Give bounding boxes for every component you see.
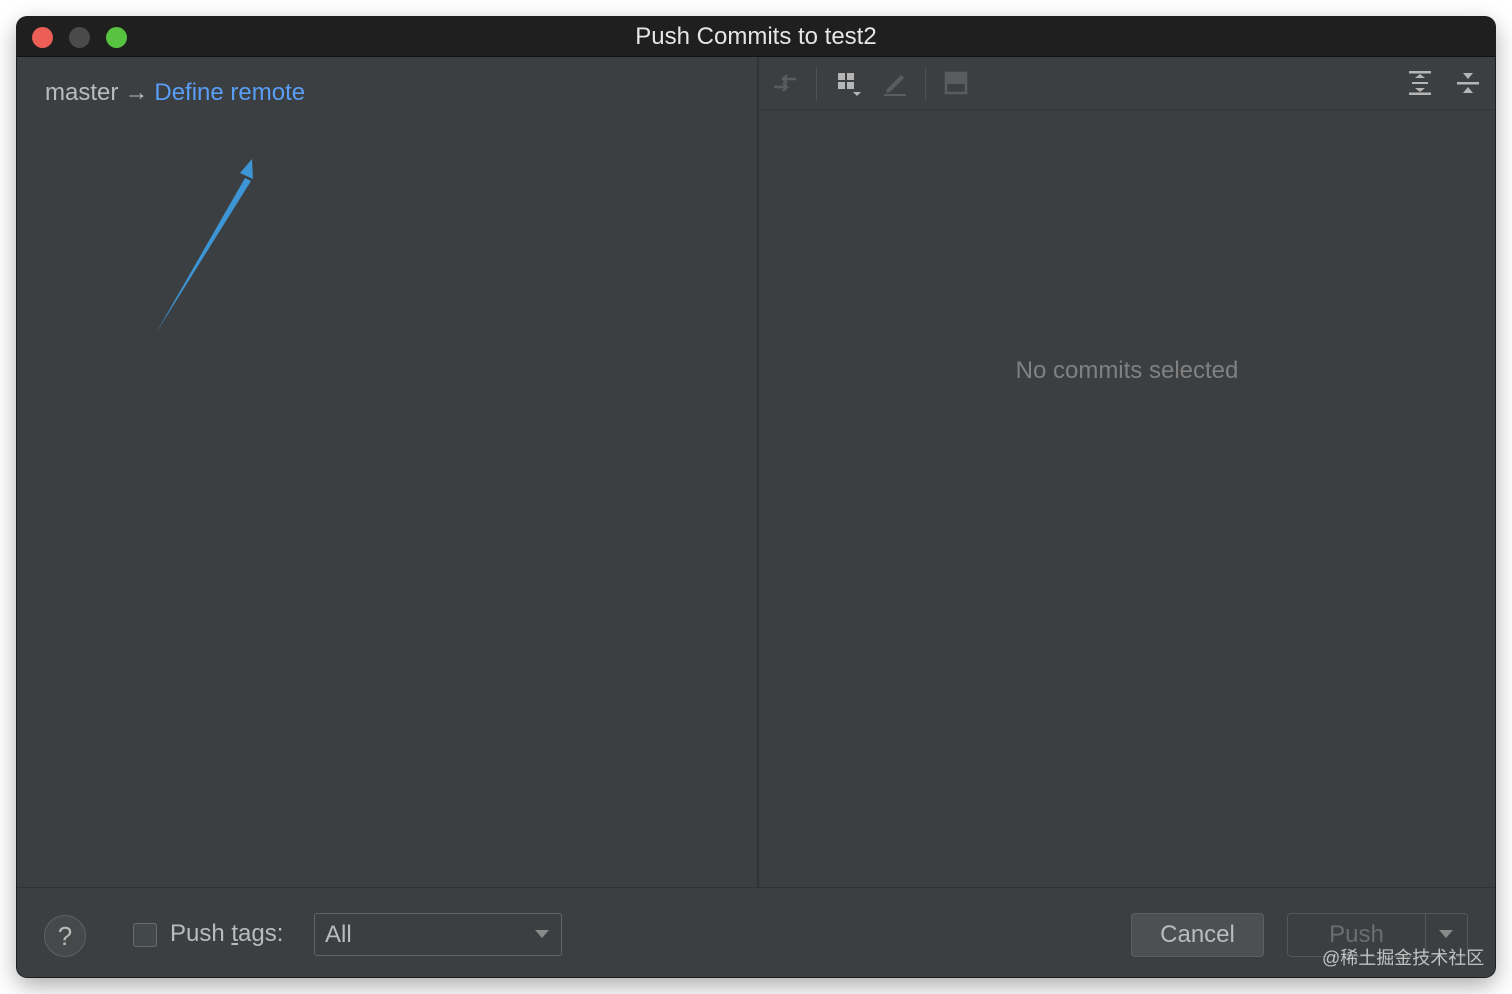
commit-details-pane: No commits selected [759, 57, 1495, 887]
toolbar-separator [925, 67, 926, 101]
push-options-chevron-down-icon[interactable] [1439, 930, 1453, 938]
push-tags-label-prefix: Push [170, 920, 232, 947]
define-remote-link[interactable]: Define remote [154, 79, 305, 106]
push-tags-checkbox[interactable] [133, 923, 157, 947]
edit-icon[interactable] [879, 67, 911, 99]
dialog-footer: ? Push tags: All Cancel Push @稀土掘金技术社区 [17, 887, 1495, 977]
expand-all-icon[interactable] [1404, 67, 1436, 99]
push-tags-label-suffix: ags: [238, 920, 284, 947]
group-by-icon[interactable] [832, 67, 864, 99]
toolbar-separator [816, 67, 817, 101]
preview-icon[interactable] [940, 67, 972, 99]
branch-name: master [45, 79, 119, 106]
right-arrow-icon: → [124, 79, 149, 106]
watermark-text: @稀土掘金技术社区 [1322, 948, 1485, 968]
push-tags-select[interactable]: All [314, 913, 562, 956]
push-back-icon[interactable] [769, 67, 801, 99]
cancel-button[interactable]: Cancel [1131, 913, 1264, 957]
help-button[interactable]: ? [44, 915, 86, 957]
push-dialog-window: Push Commits to test2 master → Define remo… [17, 17, 1495, 977]
collapse-all-icon[interactable] [1452, 67, 1484, 99]
title-bar: Push Commits to test2 [17, 17, 1495, 57]
push-tags-label[interactable]: Push tags: [170, 920, 283, 948]
annotation-arrow-icon [156, 159, 253, 333]
details-toolbar [759, 57, 1495, 110]
branches-pane: master → Define remote [17, 57, 757, 887]
empty-state-text: No commits selected [1015, 357, 1239, 384]
push-tags-select-value: All [325, 921, 352, 948]
branch-row[interactable]: master → Define remote [45, 79, 305, 107]
chevron-down-icon [535, 930, 549, 938]
window-title: Push Commits to test2 [635, 23, 877, 50]
